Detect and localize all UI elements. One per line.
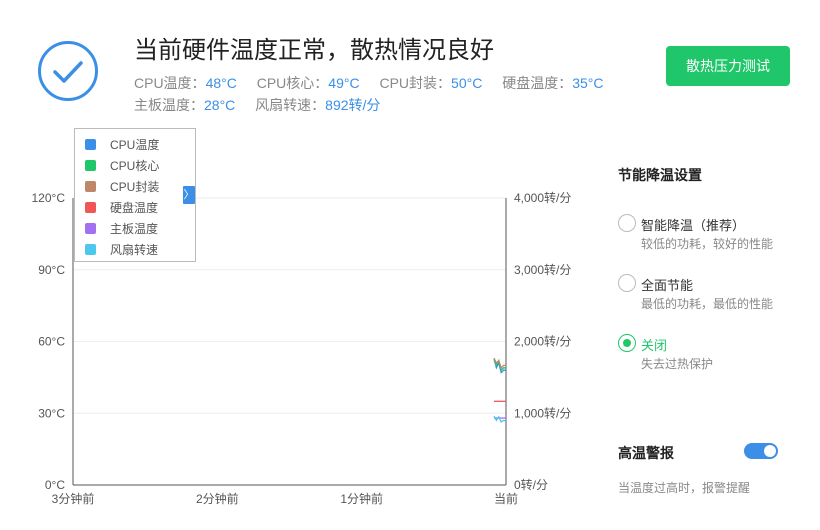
check-circle-icon	[38, 41, 98, 101]
legend-collapse-toggle[interactable]: 〉	[183, 186, 195, 204]
stat-value: 35°C	[572, 75, 604, 91]
stat-value: 28°C	[204, 97, 236, 113]
legend-item[interactable]: CPU温度	[85, 136, 159, 152]
stat-cpu-temp: CPU温度：48°C	[134, 75, 237, 91]
legend-item[interactable]: 风扇转速	[85, 241, 158, 257]
series-line	[493, 415, 507, 423]
y-left-tick-label: 30°C	[38, 406, 65, 420]
legend-swatch	[85, 138, 96, 150]
option-label: 智能降温（推荐）	[641, 218, 746, 233]
x-tick-label: 当前	[494, 491, 518, 506]
legend-label: CPU温度	[110, 137, 160, 152]
radio-button[interactable]	[618, 274, 636, 292]
stress-test-button[interactable]: 散热压力测试	[666, 46, 790, 86]
stat-fan-speed: 风扇转速：892转/分	[255, 97, 380, 113]
stat-label: CPU温度：	[134, 75, 206, 91]
y-right-tick-label: 3,000转/分	[514, 262, 571, 277]
x-tick-label: 1分钟前	[340, 491, 383, 506]
legend-label: 硬盘温度	[110, 200, 159, 215]
high-temp-alarm-description: 当温度过高时，报警提醒	[618, 481, 751, 495]
y-right-tick-label: 0转/分	[514, 477, 548, 492]
option-description: 最低的功耗，最低的性能	[641, 297, 774, 311]
legend-label: CPU核心	[110, 158, 160, 173]
stats-row: 主板温度：28°C 风扇转速：892转/分	[134, 95, 396, 115]
legend-label: CPU封装	[110, 179, 160, 194]
y-right-tick-label: 4,000转/分	[514, 190, 571, 205]
stat-value: 48°C	[205, 75, 237, 91]
stat-label: 风扇转速：	[255, 97, 326, 113]
stat-value: 50°C	[451, 75, 483, 91]
legend-item[interactable]: CPU核心	[85, 157, 159, 173]
y-left-tick-label: 0°C	[45, 478, 65, 492]
y-left-tick-label: 90°C	[38, 263, 65, 277]
high-temp-alarm-title: 高温警报	[618, 445, 674, 461]
legend-swatch	[85, 180, 96, 192]
option-label: 全面节能	[641, 278, 694, 293]
y-left-tick-label: 60°C	[38, 335, 65, 349]
legend-swatch	[85, 243, 96, 255]
legend-label: 主板温度	[110, 221, 159, 236]
stat-board-temp: 主板温度：28°C	[134, 97, 235, 113]
option-description: 失去过热保护	[641, 357, 714, 371]
hardware-temperature-panel: 当前硬件温度正常，散热情况良好 CPU温度：48°C CPU核心：49°C CP…	[0, 0, 820, 530]
cooling-settings-title: 节能降温设置	[618, 167, 702, 183]
legend-item[interactable]: 硬盘温度	[85, 199, 158, 215]
y-right-tick-label: 2,000转/分	[514, 334, 571, 349]
stat-label: CPU核心：	[256, 75, 329, 91]
legend-swatch	[85, 222, 96, 234]
y-left-tick-label: 120°C	[32, 191, 66, 205]
toggle-knob	[764, 445, 776, 457]
legend-item[interactable]: CPU封装	[85, 178, 159, 194]
stat-cpu-package: CPU封装：50°C	[379, 75, 482, 91]
high-temp-alarm-toggle[interactable]	[744, 443, 778, 459]
stat-value: 892转/分	[325, 97, 381, 113]
legend-swatch	[85, 159, 96, 171]
stat-label: CPU封装：	[379, 75, 452, 91]
stats-row: CPU温度：48°C CPU核心：49°C CPU封装：50°C 硬盘温度：35…	[134, 73, 619, 93]
stat-disk-temp: 硬盘温度：35°C	[502, 75, 603, 91]
option-description: 较低的功耗，较好的性能	[641, 237, 774, 251]
page-title: 当前硬件温度正常，散热情况良好	[134, 37, 494, 64]
x-tick-label: 3分钟前	[52, 491, 95, 506]
x-tick-label: 2分钟前	[196, 491, 239, 506]
y-right-tick-label: 1,000转/分	[514, 405, 571, 420]
stat-label: 主板温度：	[134, 97, 204, 113]
legend-swatch	[85, 201, 96, 213]
stat-value: 49°C	[328, 75, 360, 91]
radio-button[interactable]	[618, 214, 636, 232]
legend-label: 风扇转速	[110, 242, 159, 257]
stat-cpu-core: CPU核心：49°C	[257, 75, 360, 91]
stat-label: 硬盘温度：	[502, 75, 573, 91]
chart-legend: CPU温度 CPU核心 CPU封装 硬盘温度 主板温度 风扇转速	[74, 128, 196, 262]
option-label: 关闭	[641, 338, 668, 353]
legend-item[interactable]: 主板温度	[85, 220, 158, 236]
radio-button[interactable]	[618, 334, 636, 352]
